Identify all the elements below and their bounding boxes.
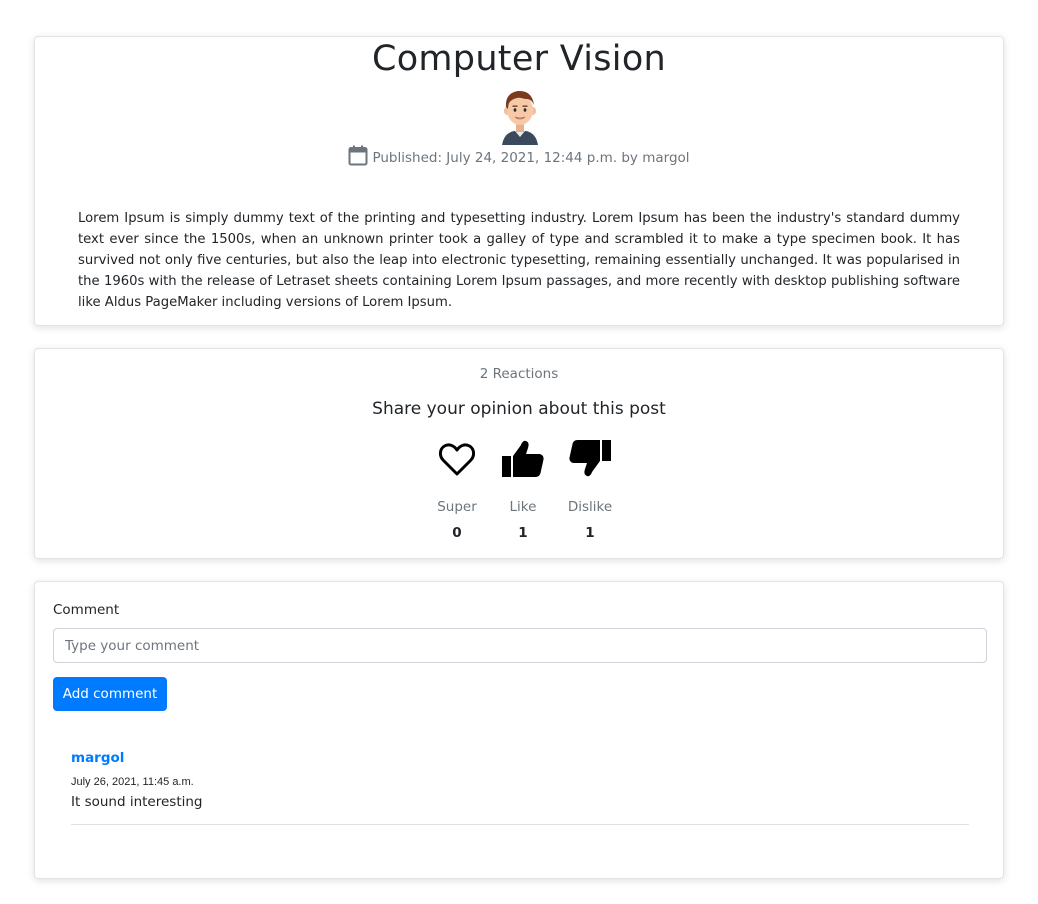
post-meta: Published: July 24, 2021, 12:44 p.m. by … — [35, 145, 1003, 166]
thumbs-up-icon — [502, 440, 544, 477]
reaction-dislike-count: 1 — [585, 525, 595, 541]
reactions-count: 2 Reactions — [479, 366, 559, 382]
comment-author-link[interactable]: margol — [71, 750, 969, 770]
reaction-like-count: 1 — [518, 525, 528, 541]
reactions-card: 2 Reactions Share your opinion about thi… — [34, 348, 1004, 559]
avatar-boy-icon — [502, 90, 538, 145]
post-card: Computer Vision Published: July 24, 2021… — [34, 36, 1004, 326]
thumbs-down-icon — [569, 440, 611, 477]
comment-item: margol July 26, 2021, 11:45 a.m. It soun… — [71, 750, 969, 825]
add-comment-button[interactable]: Add comment — [53, 677, 167, 711]
post-body: Lorem Ipsum is simply dummy text of the … — [78, 211, 960, 310]
share-opinion-heading: Share your opinion about this post — [372, 399, 666, 419]
reaction-dislike-label: Dislike — [567, 499, 613, 515]
reaction-like-button[interactable]: Like 1 — [488, 439, 558, 541]
reaction-like-label: Like — [509, 499, 537, 515]
heart-outline-icon — [438, 443, 476, 476]
reaction-super-count: 0 — [452, 525, 462, 541]
comments-card: Comment Add comment margol July 26, 2021… — [34, 581, 1004, 879]
post-title: Computer Vision — [371, 39, 667, 79]
calendar-icon — [348, 145, 368, 166]
published-text: Published: July 24, 2021, 12:44 p.m. by … — [372, 150, 690, 166]
comment-field-label: Comment — [53, 602, 120, 618]
comment-input[interactable] — [53, 628, 987, 663]
reaction-super-label: Super — [437, 499, 477, 515]
comment-text: It sound interesting — [71, 794, 203, 810]
comment-date: July 26, 2021, 11:45 a.m. — [71, 776, 194, 788]
reaction-dislike-button[interactable]: Dislike 1 — [555, 439, 625, 541]
reaction-super-button[interactable]: Super 0 — [422, 439, 492, 541]
